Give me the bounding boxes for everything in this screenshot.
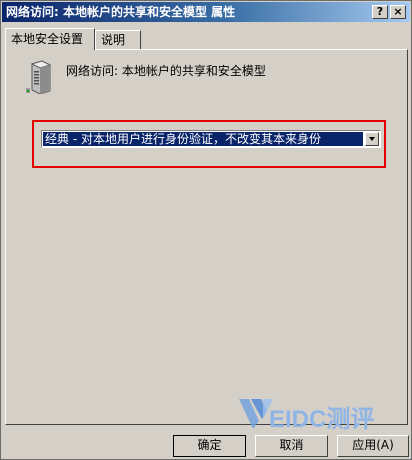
window-title: 网络访问: 本地帐户的共享和安全模型 属性 [6,5,236,19]
policy-name: 网络访问: 本地帐户的共享和安全模型 [66,64,266,78]
properties-dialog: 网络访问: 本地帐户的共享和安全模型 属性 ? × 本地安全设置 说明 网络访问… [0,0,412,460]
dropdown-selected-value[interactable]: 经典 - 对本地用户进行身份验证，不改变其本来身份 [43,132,363,146]
ok-button[interactable]: 确定 [173,435,246,457]
tab-explain[interactable]: 说明 [95,30,141,49]
tab-panel: 网络访问: 本地帐户的共享和安全模型 经典 - 对本地用户进行身份验证，不改变其… [5,49,408,425]
title-bar[interactable]: 网络访问: 本地帐户的共享和安全模型 属性 ? × [2,2,410,22]
chevron-down-icon[interactable] [365,132,379,146]
help-button[interactable]: ? [372,5,388,19]
watermark: EIDC测评 [237,393,407,433]
tab-local-security-setting[interactable]: 本地安全设置 [5,28,95,50]
apply-button[interactable]: 应用(A) [337,435,409,457]
security-model-dropdown[interactable]: 经典 - 对本地用户进行身份验证，不改变其本来身份 [41,130,381,148]
close-button[interactable]: × [390,5,406,19]
server-policy-icon [26,60,52,94]
watermark-text: EIDC测评 [269,406,375,433]
cancel-button[interactable]: 取消 [255,435,328,457]
